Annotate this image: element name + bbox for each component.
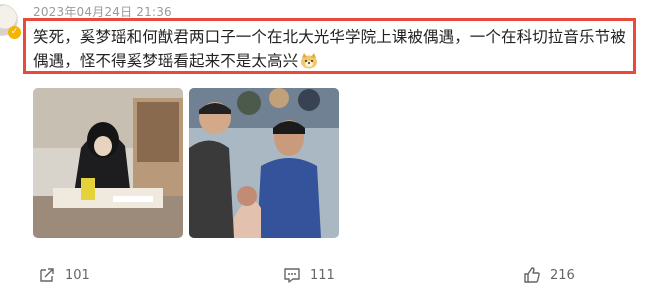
festival-photo[interactable] [189,88,339,238]
classroom-photo[interactable] [33,88,183,238]
comment-icon [283,266,301,284]
comment-count: 111 [310,267,335,283]
post-text: 笑死，奚梦瑶和何猷君两口子一个在北大光华学院上课被偶遇，一个在科切拉音乐节被偶遇… [33,28,626,70]
share-icon [38,266,56,284]
like-button[interactable]: 216 [523,266,575,284]
verified-badge: ✓ [8,26,21,39]
share-count: 101 [65,267,90,283]
comment-button[interactable]: 111 [283,266,335,284]
like-icon [523,266,541,284]
doge-emoji-icon [300,52,318,69]
like-count: 216 [550,267,575,283]
share-button[interactable]: 101 [38,266,90,284]
